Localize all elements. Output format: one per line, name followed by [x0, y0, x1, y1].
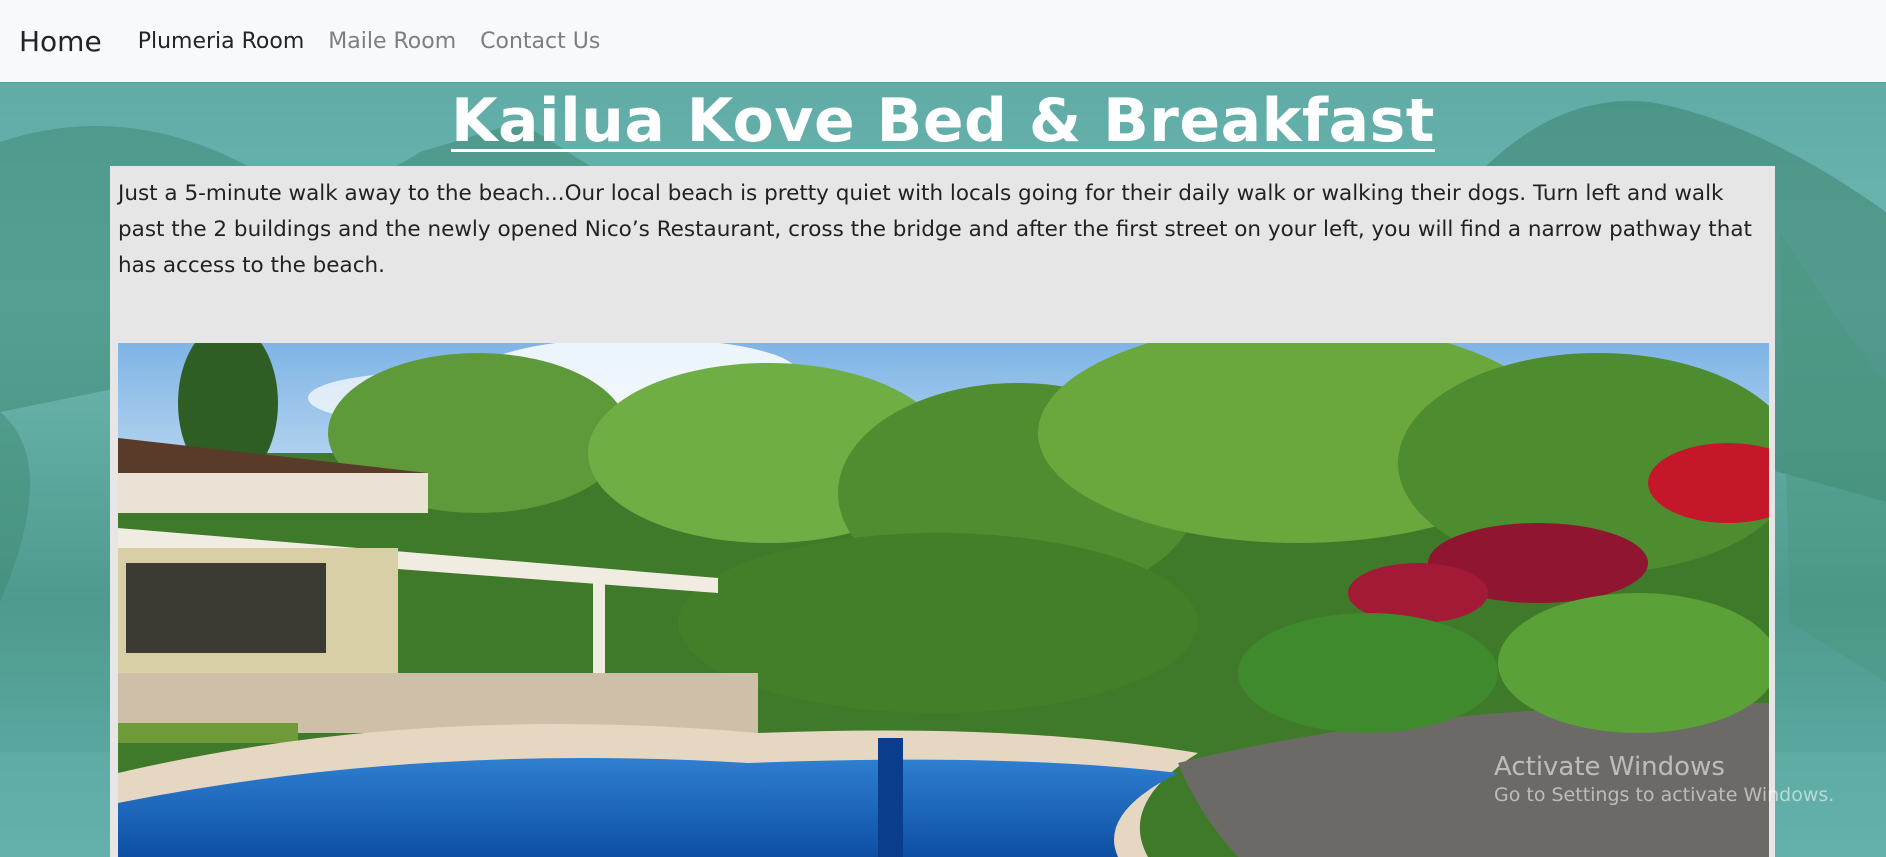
page-title: Kailua Kove Bed & Breakfast	[451, 86, 1435, 156]
nav-maile-room[interactable]: Maile Room	[328, 29, 456, 54]
activate-windows-watermark: Activate Windows Go to Settings to activ…	[1494, 752, 1834, 806]
intro-paragraph: Just a 5-minute walk away to the beach..…	[118, 181, 1752, 278]
top-navbar: Home Plumeria Room Maile Room Contact Us	[0, 0, 1886, 82]
watermark-subtitle: Go to Settings to activate Windows.	[1494, 784, 1835, 806]
home-link[interactable]: Home	[19, 25, 102, 58]
nav-plumeria-room[interactable]: Plumeria Room	[138, 29, 305, 54]
nav-contact-us[interactable]: Contact Us	[480, 29, 600, 54]
watermark-title: Activate Windows	[1494, 752, 1725, 782]
